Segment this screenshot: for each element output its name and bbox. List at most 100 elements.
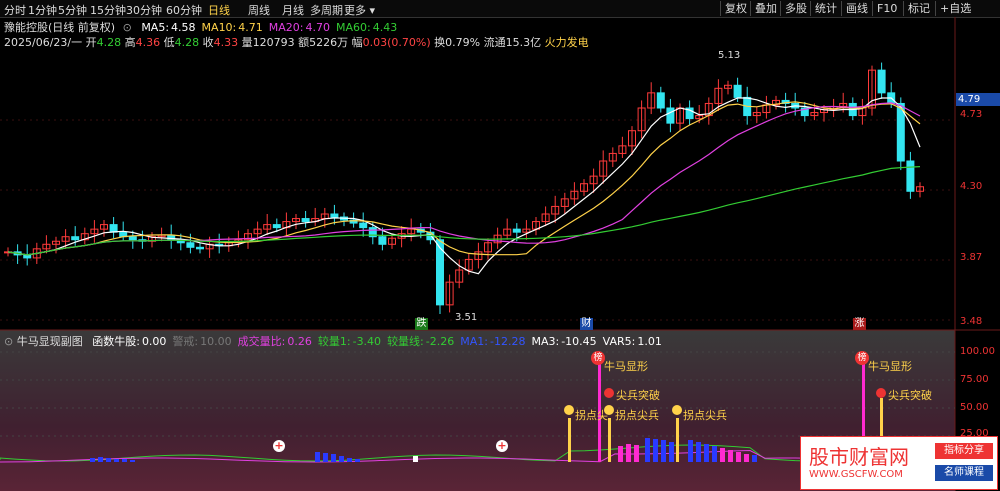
period-tab-9[interactable]: 多周期 — [310, 2, 343, 18]
plus-icon: + — [273, 439, 285, 452]
concept: 火力发电 — [544, 36, 589, 49]
turnover: 换0.79% — [434, 36, 481, 49]
sub-bar — [653, 439, 658, 462]
period-tab-1[interactable]: 1分钟 — [28, 2, 57, 18]
plus-icon: + — [496, 439, 508, 452]
legend-value-4: -2.26 — [425, 335, 455, 348]
legend-value-2: 0.26 — [287, 335, 312, 348]
legend-label-6: MA3: — [531, 335, 560, 348]
low-label: 低 — [163, 36, 175, 49]
header-line-2: 2025/06/23/一 开4.28 高4.36 低4.28 收4.33 量12… — [4, 34, 589, 50]
sub-axis-tick: 75.00 — [960, 374, 989, 385]
sub-bar — [634, 445, 639, 462]
watermark-url: WWW.GSCFW.COM — [809, 469, 903, 480]
signal-pillar — [568, 418, 571, 462]
candle-body — [301, 218, 310, 223]
candle-body — [330, 213, 339, 218]
candle-body — [128, 236, 137, 241]
guaidian-label: 拐点尖兵 — [683, 409, 727, 422]
close: 4.33 — [213, 36, 239, 49]
watermark-tag: 指标分享 — [935, 443, 993, 459]
period-tab-7[interactable]: 周线 — [248, 2, 270, 18]
sub-bar — [704, 444, 709, 462]
close-label: 收 — [202, 36, 214, 49]
tool-button-4[interactable]: 画线 — [841, 1, 872, 16]
open-label: 开 — [85, 36, 97, 49]
sub-axis-tick: 100.00 — [960, 346, 995, 357]
watermark-tag: 名师课程 — [935, 465, 993, 481]
watermark-box: 股市财富网 WWW.GSCFW.COM 指标分享 名师课程 — [800, 436, 998, 490]
low-annotation: 3.51 — [455, 312, 478, 323]
candles — [4, 62, 924, 314]
legend-value-3: -3.40 — [352, 335, 382, 348]
bang-badge: 榜 — [591, 351, 605, 365]
candle-body — [186, 242, 195, 248]
sub-bar — [661, 440, 666, 462]
legend-label-0: MA5: — [141, 21, 170, 34]
candle-body — [71, 236, 80, 241]
period-tab-5[interactable]: 60分钟 — [166, 2, 202, 18]
period-tab-10[interactable]: 更多 ▾ — [344, 2, 375, 18]
legend-value-1: 10.00 — [200, 335, 232, 348]
legend-value-3: 4.43 — [372, 21, 398, 34]
candle-body — [733, 84, 742, 98]
period-tab-3[interactable]: 15分钟 — [90, 2, 126, 18]
signal-pillar — [608, 418, 611, 462]
period-tab-2[interactable]: 5分钟 — [58, 2, 87, 18]
axis-tick: 4.73 — [960, 109, 983, 120]
legend-label-3: 较量1: — [317, 335, 351, 348]
sub-bar — [744, 454, 749, 462]
guaidian-icon — [604, 405, 614, 415]
sub-bar — [130, 460, 135, 462]
guaidian-icon — [672, 405, 682, 415]
high-label: 高 — [124, 36, 136, 49]
candle-body — [436, 239, 444, 306]
legend-value-0: 4.58 — [171, 21, 196, 34]
sub-title: 牛马显现副图 — [16, 335, 83, 348]
sub-bar — [114, 459, 119, 462]
sub-bar — [339, 456, 344, 462]
period-tab-0[interactable]: 分时 — [4, 2, 26, 18]
guaidian-label: 拐点尖兵 — [615, 409, 659, 422]
sub-bar — [626, 444, 631, 462]
tool-button-3[interactable]: 统计 — [810, 1, 841, 16]
ma-line-20 — [7, 102, 921, 256]
axis-tick: 3.87 — [960, 252, 983, 263]
sub-bar — [106, 458, 111, 462]
legend-label-1: MA10: — [201, 21, 237, 34]
tool-button-1[interactable]: 叠加 — [750, 1, 781, 16]
period-tab-6[interactable]: 日线 — [208, 2, 230, 18]
legend-label-2: MA20: — [268, 21, 304, 34]
ma-legend: MA5: 4.58 MA10: 4.71 MA20: 4.70 MA60: 4.43 — [135, 21, 397, 34]
tool-button-0[interactable]: 复权 — [720, 1, 751, 16]
tool-button-7[interactable]: +自选 — [935, 1, 975, 16]
chg-label: 幅 — [351, 36, 363, 49]
legend-value-7: 1.01 — [637, 335, 662, 348]
period-tab-8[interactable]: 月线 — [282, 2, 304, 18]
axis-tick: 3.48 — [960, 316, 983, 327]
stock-title: 豫能控股(日线 前复权) — [4, 21, 116, 34]
tool-button-2[interactable]: 多股 — [780, 1, 811, 16]
tool-button-6[interactable]: 标记 — [903, 1, 934, 16]
sub-bar — [98, 457, 103, 462]
sub-bar — [315, 452, 320, 462]
legend-label-2: 成交量比: — [237, 335, 286, 348]
period-tab-4[interactable]: 30分钟 — [126, 2, 162, 18]
sub-bar — [645, 438, 650, 462]
tool-button-5[interactable]: F10 — [872, 1, 901, 16]
legend-label-0: 函数牛股: — [92, 335, 140, 348]
fin-tag: 财 — [580, 318, 593, 330]
sub-bar — [331, 454, 336, 462]
niuma-label: 牛马显形 — [868, 360, 912, 373]
candle-body — [656, 92, 665, 109]
jianbing-label: 尖兵突破 — [616, 389, 660, 402]
header-line-1: 豫能控股(日线 前复权) ⊙ MA5: 4.58 MA10: 4.71 MA20: 4.7… — [4, 19, 397, 35]
collapse-icon[interactable]: ⊙ — [123, 21, 132, 34]
sub-header: ⊙ 牛马显现副图 函数牛股: 0.00 警戒: 10.00 成交量比: 0.26 较量1: -… — [4, 333, 662, 349]
sub-collapse-icon[interactable]: ⊙ — [4, 335, 13, 348]
ma-line-5 — [7, 97, 921, 275]
sub-axis-tick: 50.00 — [960, 402, 989, 413]
legend-value-1: 4.71 — [238, 21, 263, 34]
top-toolbar: 分时 1分钟 5分钟 15分钟 30分钟 60分钟 日线 周线 月线 多周期 更多 ▾ 复权 叠加 多股… — [0, 0, 1000, 18]
jianbing-icon — [876, 388, 886, 398]
